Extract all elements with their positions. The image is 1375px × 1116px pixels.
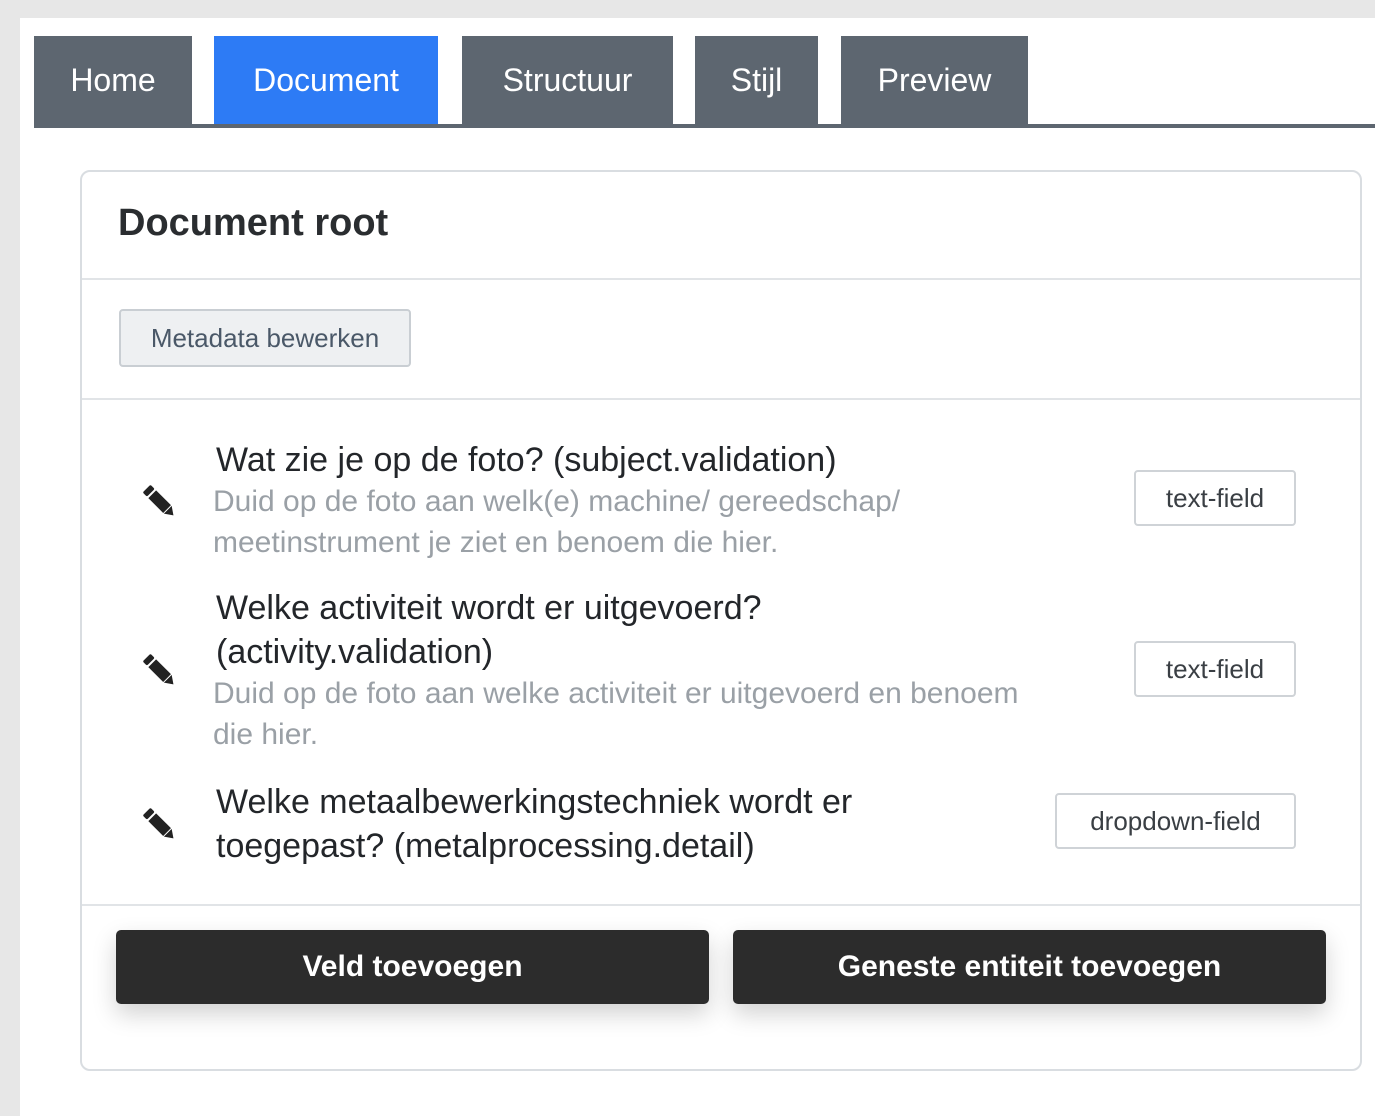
- field-description: Duid op de foto aan welk(e) machine/ ger…: [213, 485, 901, 559]
- add-nested-entity-button[interactable]: Geneste entiteit toevoegen: [733, 930, 1326, 1004]
- document-root-card: Document root Metadata bewerken Wat zie …: [80, 170, 1362, 1071]
- field-type-badge: dropdown-field: [1055, 793, 1296, 849]
- tab-structuur[interactable]: Structuur: [462, 36, 673, 124]
- tab-bar: Home Document Structuur Stijl Preview: [34, 36, 1375, 128]
- metadata-section: Metadata bewerken: [82, 280, 1360, 400]
- page: Home Document Structuur Stijl Preview Do…: [20, 18, 1375, 1116]
- field-type-badge: text-field: [1134, 470, 1296, 526]
- card-footer: Veld toevoegen Geneste entiteit toevoege…: [82, 904, 1360, 1069]
- pencil-icon[interactable]: [140, 805, 180, 845]
- field-list: Wat zie je op de foto? (subject.validati…: [82, 400, 1360, 904]
- field-description: Duid op de foto aan welke activiteit er …: [213, 677, 1019, 751]
- pencil-icon[interactable]: [140, 482, 180, 522]
- field-title: Welke metaalbewerkingstechniek wordt er …: [216, 783, 853, 865]
- field-item[interactable]: Welke activiteit wordt er uitgevoerd? (a…: [82, 576, 1360, 752]
- field-item[interactable]: Welke metaalbewerkingstechniek wordt er …: [82, 770, 1360, 880]
- field-title: Wat zie je op de foto? (subject.validati…: [216, 441, 837, 479]
- add-field-button[interactable]: Veld toevoegen: [116, 930, 709, 1004]
- field-type-badge: text-field: [1134, 641, 1296, 697]
- field-title: Welke activiteit wordt er uitgevoerd? (a…: [216, 589, 762, 671]
- pencil-icon[interactable]: [140, 651, 180, 691]
- field-item[interactable]: Wat zie je op de foto? (subject.validati…: [82, 400, 1360, 560]
- tab-document[interactable]: Document: [214, 36, 438, 124]
- card-header: Document root: [82, 172, 1360, 280]
- tab-home[interactable]: Home: [34, 36, 192, 124]
- card-title: Document root: [118, 202, 389, 244]
- tab-preview[interactable]: Preview: [841, 36, 1028, 124]
- tab-stijl[interactable]: Stijl: [695, 36, 818, 124]
- edit-metadata-button[interactable]: Metadata bewerken: [119, 309, 411, 367]
